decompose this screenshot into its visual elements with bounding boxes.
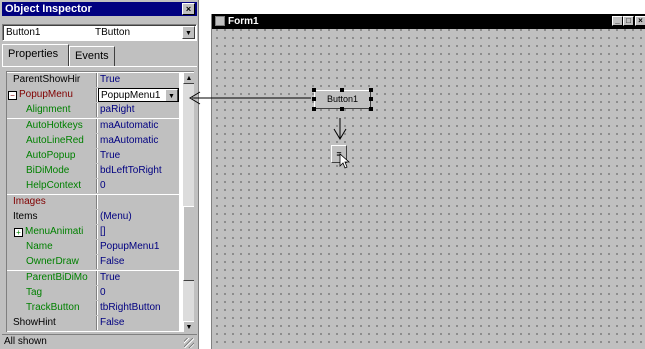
tab-properties[interactable]: Properties xyxy=(2,44,69,66)
tab-properties-label: Properties xyxy=(8,48,59,60)
annotation-arrows xyxy=(189,91,351,169)
mouse-cursor-icon xyxy=(339,153,351,169)
